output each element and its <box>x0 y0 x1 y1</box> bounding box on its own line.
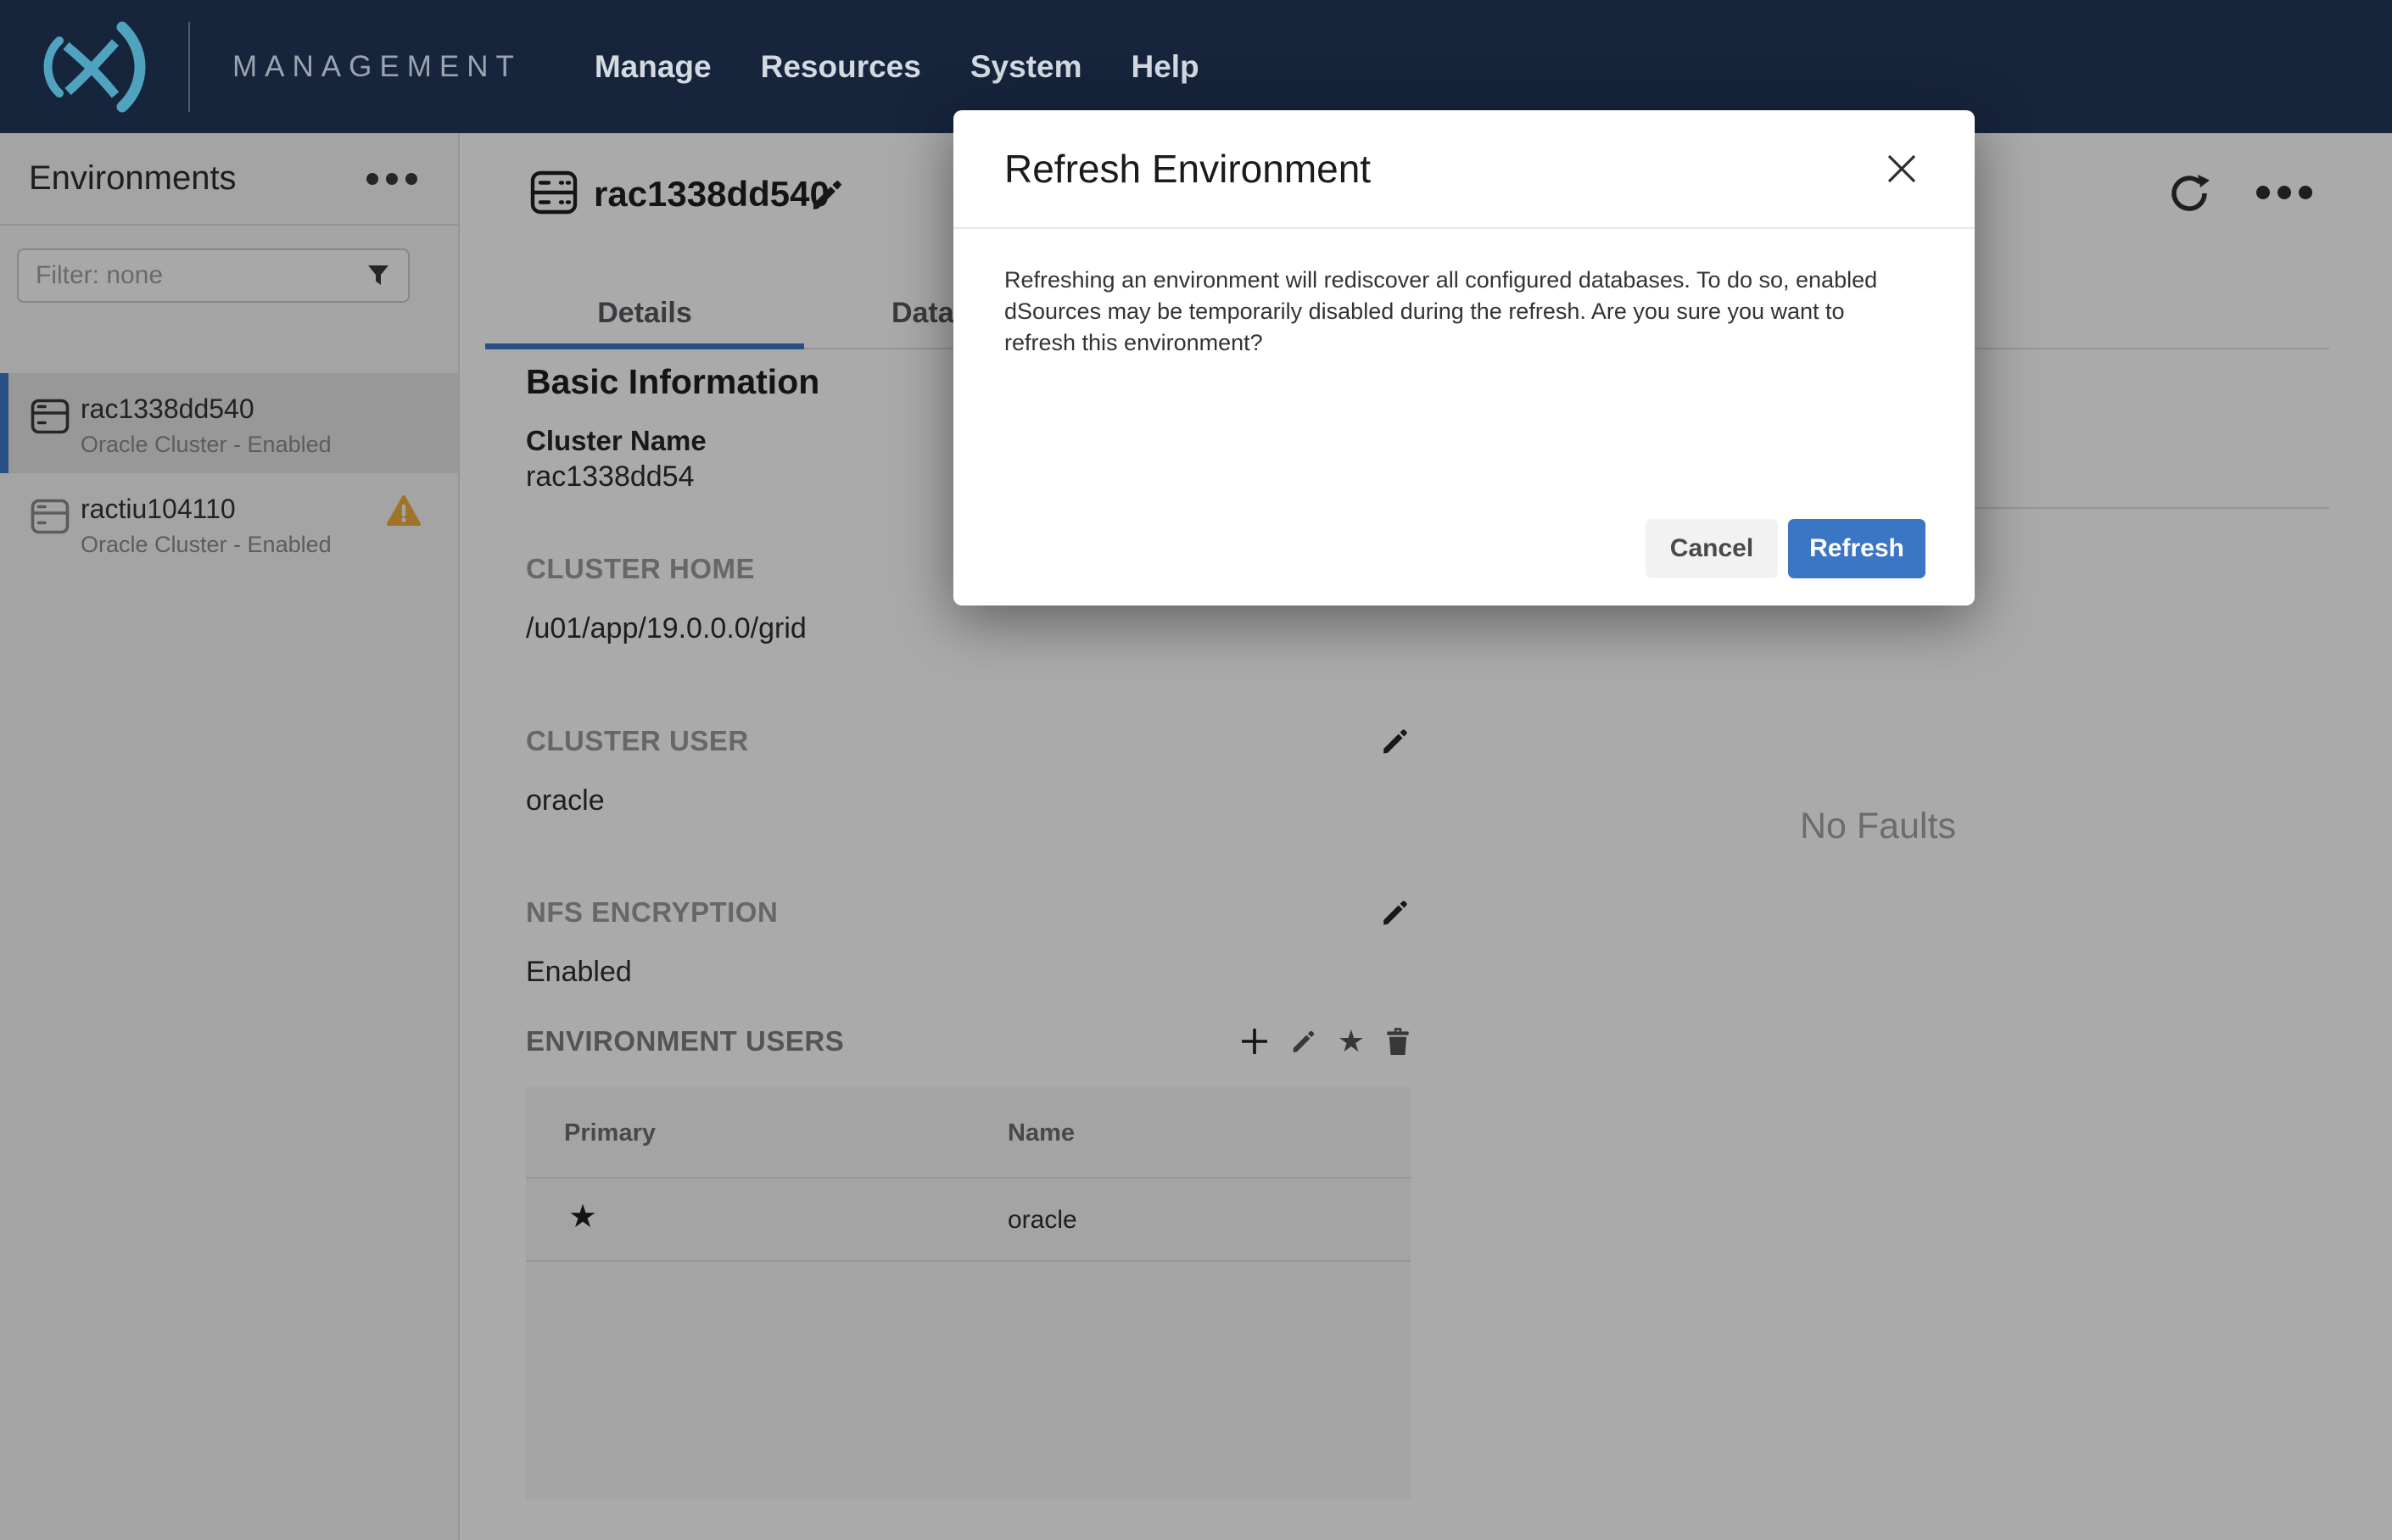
delphix-logo-icon[interactable] <box>34 20 161 114</box>
dialog-body: Refreshing an environment will rediscove… <box>953 229 1975 359</box>
dialog-text-line: dSources may be temporarily disabled dur… <box>1004 299 1845 324</box>
refresh-environment-dialog: Refresh Environment Refreshing an enviro… <box>953 110 1975 605</box>
cancel-button[interactable]: Cancel <box>1646 519 1778 578</box>
menu-item-manage[interactable]: Manage <box>595 49 712 85</box>
menu-item-resources[interactable]: Resources <box>761 49 921 85</box>
app-screen: MANAGEMENT Manage Resources System Help … <box>0 0 2392 1540</box>
main-menu: Manage Resources System Help <box>595 49 1199 85</box>
navbar-divider <box>188 21 190 112</box>
menu-item-system[interactable]: System <box>970 49 1082 85</box>
refresh-button[interactable]: Refresh <box>1788 519 1925 578</box>
close-icon[interactable] <box>1885 152 1919 186</box>
dialog-title: Refresh Environment <box>1004 147 1372 191</box>
dialog-text-line: refresh this environment? <box>1004 330 1263 355</box>
menu-item-help[interactable]: Help <box>1131 49 1199 85</box>
dialog-header: Refresh Environment <box>953 110 1975 229</box>
dialog-text-line: Refreshing an environment will rediscove… <box>1004 267 1878 293</box>
brand-label: MANAGEMENT <box>232 49 522 83</box>
dialog-footer: Cancel Refresh <box>1646 519 1925 578</box>
